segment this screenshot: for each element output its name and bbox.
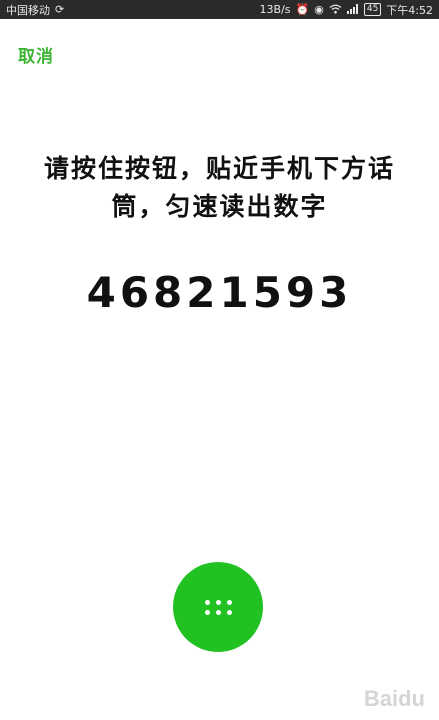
dot — [215, 599, 221, 605]
voice-record-button[interactable] — [173, 562, 263, 652]
status-left: 中国移动 ⟳ — [6, 2, 64, 18]
net-speed: 13B/s — [259, 3, 291, 16]
dot — [215, 609, 221, 615]
battery-icon: 45 — [363, 3, 382, 16]
dot — [204, 609, 210, 615]
status-bar: 中国移动 ⟳ 13B/s ⏰ ◉ 45 下午4:52 — [0, 0, 439, 19]
watermark: Baidu — [363, 686, 425, 711]
signal-icon — [346, 3, 359, 16]
carrier-label: 中国移动 — [6, 3, 50, 17]
instruction-text: 请按住按钮，贴近手机下方话筒，匀速读出数字 — [43, 154, 395, 221]
dot — [204, 599, 210, 605]
eye-icon: ◉ — [314, 3, 324, 16]
battery-level: 45 — [366, 4, 379, 14]
clock: 下午4:52 — [386, 3, 433, 17]
status-right: 13B/s ⏰ ◉ 45 下午4:52 — [260, 2, 433, 18]
dial-pad-icon — [204, 599, 232, 615]
sync-icon: ⟳ — [55, 3, 65, 16]
dot — [226, 609, 232, 615]
cancel-button[interactable]: 取消 — [18, 42, 54, 67]
alarm-icon: ⏰ — [295, 3, 310, 16]
dot — [226, 599, 232, 605]
wifi-icon — [329, 4, 342, 16]
verification-digits: 46821593 — [86, 268, 353, 317]
